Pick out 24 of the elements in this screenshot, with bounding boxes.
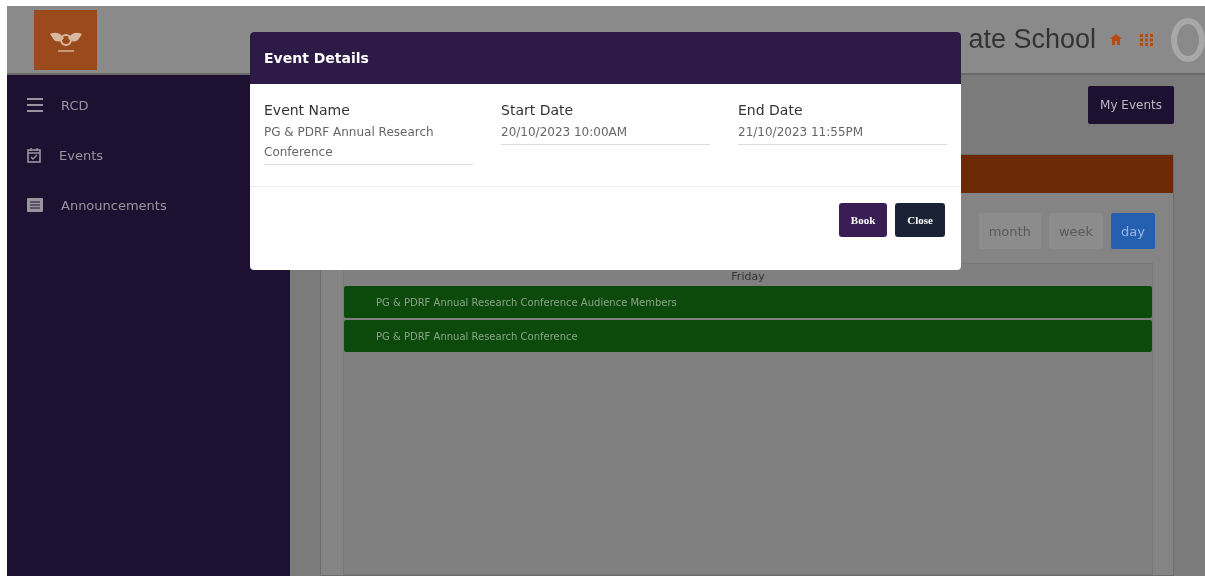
calendar-event[interactable]: PG & PDRF Annual Research Conference Audience Members: [344, 286, 1152, 318]
newspaper-icon: [27, 198, 43, 212]
logo: [34, 9, 97, 70]
dialog-title: Event Details: [250, 32, 961, 84]
calendar-icon: [27, 147, 41, 163]
field-label: Event Name: [264, 102, 351, 118]
calendar-event[interactable]: PG & PDRF Annual Research Conference: [344, 320, 1152, 352]
field-label: Start Date: [501, 102, 575, 118]
home-icon[interactable]: [1110, 34, 1122, 45]
book-button[interactable]: Book: [838, 203, 888, 237]
close-button[interactable]: Close: [895, 203, 945, 237]
day-header: Friday: [730, 269, 766, 284]
field-value: 21/10/2023 11:55PM: [738, 122, 947, 145]
site-title: ate School: [968, 24, 1096, 55]
field-label: End Date: [738, 102, 804, 118]
my-events-button[interactable]: My Events: [1088, 86, 1174, 124]
field-value: PG & PDRF Annual Research Conference: [264, 122, 473, 165]
sidebar-item[interactable]: Events: [59, 147, 103, 163]
apps-grid-icon[interactable]: [1140, 33, 1153, 46]
menu-icon: [27, 98, 43, 112]
avatar-icon[interactable]: [1171, 17, 1205, 62]
sidebar-item[interactable]: Announcements: [61, 197, 167, 213]
field-value: 20/10/2023 10:00AM: [501, 122, 710, 145]
sidebar-item[interactable]: RCD: [61, 97, 89, 113]
